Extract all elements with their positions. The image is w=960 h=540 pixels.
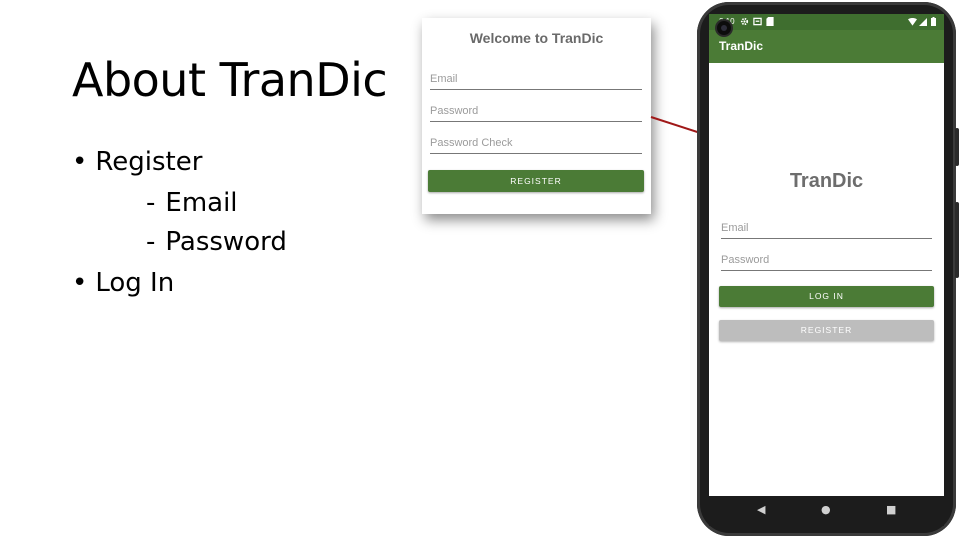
- register-password-check-field[interactable]: Password Check: [430, 135, 642, 154]
- sub-bullet-email-label: Email: [165, 188, 238, 218]
- signal-icon: [919, 18, 927, 26]
- wifi-icon: [908, 18, 917, 26]
- back-icon[interactable]: ◀: [757, 503, 765, 516]
- bullet-dot: •: [72, 147, 88, 177]
- app-brand-title: TranDic: [789, 170, 864, 192]
- login-button[interactable]: LOG IN: [719, 286, 934, 307]
- slide-title: About TranDic: [72, 53, 388, 107]
- bullet-register: • Register: [72, 146, 202, 178]
- login-email-field[interactable]: Email: [721, 220, 932, 239]
- bullet-login-label: Log In: [95, 268, 175, 298]
- battery-icon: [931, 17, 936, 26]
- sub-bullet-dash: -: [146, 227, 156, 257]
- app-bar: TranDic: [709, 30, 944, 63]
- sub-bullet-password-label: Password: [165, 227, 287, 257]
- status-bar: 3:10: [709, 14, 944, 30]
- bullet-login: • Log In: [72, 267, 174, 299]
- bullet-dot: •: [72, 268, 88, 298]
- register-password-field[interactable]: Password: [430, 103, 642, 122]
- sub-bullet-email: - Email: [146, 187, 238, 219]
- register-button[interactable]: REGISTER: [428, 170, 644, 192]
- go-register-button[interactable]: REGISTER: [719, 320, 934, 341]
- front-camera: [717, 21, 731, 35]
- bullet-register-label: Register: [95, 147, 203, 177]
- phone-screen: 3:10 TranDic TranDic Email Password LOG …: [709, 14, 944, 496]
- register-email-field[interactable]: Email: [430, 71, 642, 90]
- notification-icon: [753, 17, 762, 26]
- home-icon[interactable]: ●: [821, 503, 831, 516]
- recents-icon[interactable]: ■: [886, 503, 896, 516]
- login-password-field[interactable]: Password: [721, 252, 932, 271]
- sub-bullet-password: - Password: [146, 226, 287, 258]
- app-bar-title: TranDic: [719, 39, 764, 53]
- sub-bullet-dash: -: [146, 188, 156, 218]
- register-screen-card: Welcome to TranDic Email Password Passwo…: [422, 18, 651, 214]
- phone-volume-button: [955, 128, 959, 166]
- gear-icon: [740, 17, 749, 26]
- system-nav-bar: ◀ ● ■: [709, 496, 944, 526]
- sim-card-icon: [766, 17, 774, 26]
- register-welcome-title: Welcome to TranDic: [469, 30, 604, 46]
- phone-power-button: [955, 202, 959, 278]
